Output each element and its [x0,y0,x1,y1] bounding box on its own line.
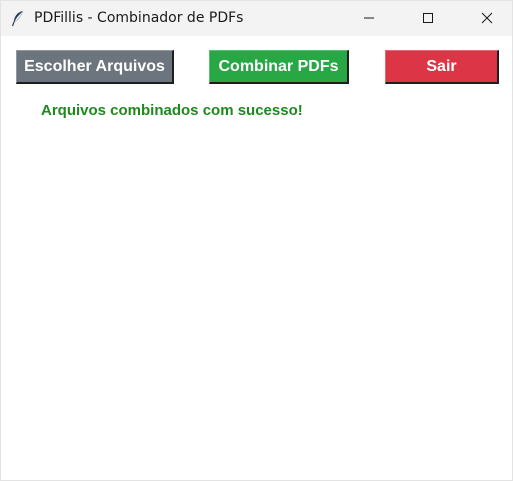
feather-icon [11,10,25,27]
app-window: PDFillis - Combinador de PDFs Escolher A… [0,0,513,481]
window-title: PDFillis - Combinador de PDFs [34,10,244,26]
close-button[interactable] [464,1,510,36]
combine-pdfs-button[interactable]: Combinar PDFs [209,50,349,84]
minimize-icon [363,9,375,28]
maximize-button[interactable] [405,1,451,36]
status-message: Arquivos combinados com sucesso! [41,102,303,119]
maximize-icon [422,9,434,28]
close-icon [481,9,493,28]
title-bar[interactable]: PDFillis - Combinador de PDFs [1,1,512,36]
minimize-button[interactable] [346,1,392,36]
choose-files-button[interactable]: Escolher Arquivos [16,50,174,84]
quit-button[interactable]: Sair [385,50,499,84]
